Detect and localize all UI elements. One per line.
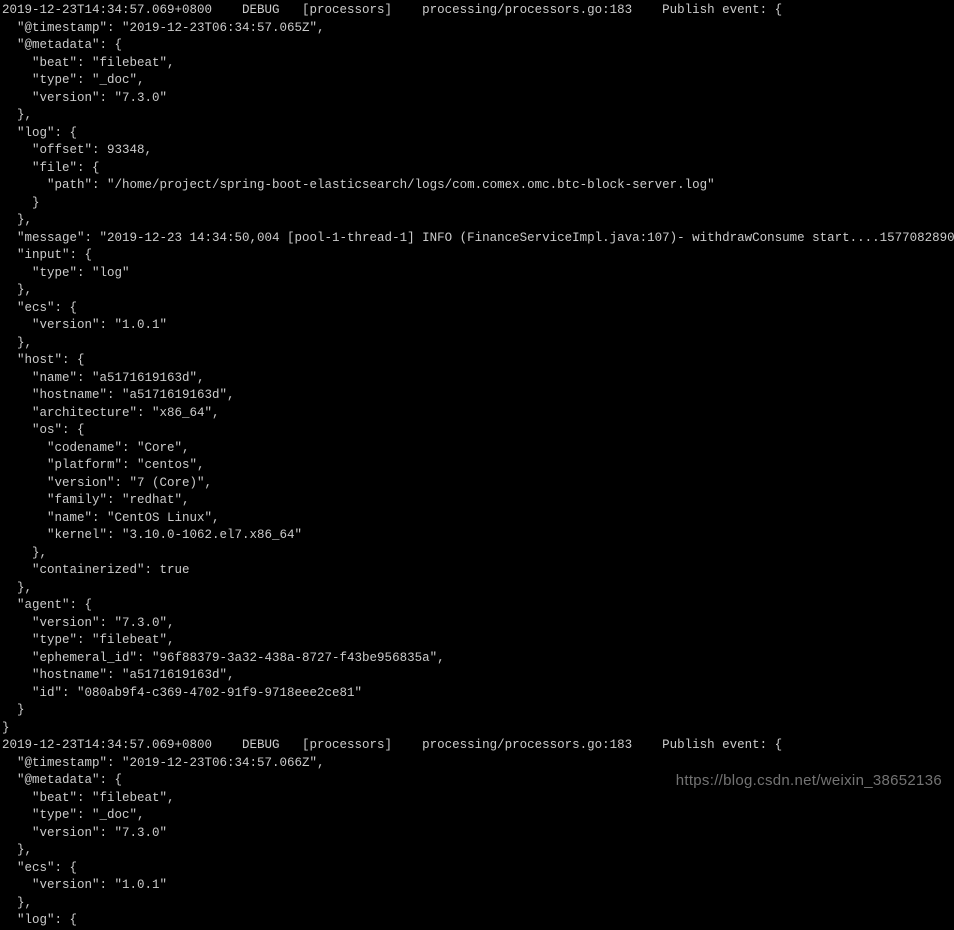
watermark-text: https://blog.csdn.net/weixin_38652136 — [676, 770, 942, 791]
